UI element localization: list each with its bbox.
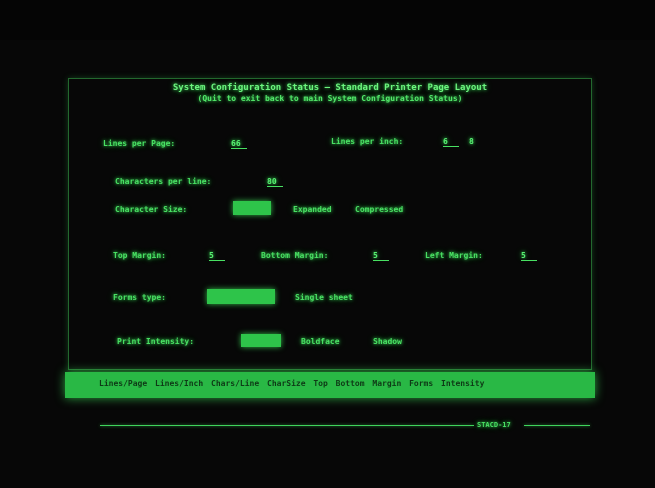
status-line-right (524, 425, 590, 426)
character-size-compressed-option[interactable]: Compressed (355, 205, 403, 214)
page-title: System Configuration Status — Standard P… (172, 83, 488, 93)
menu-items-row: Lines/Page Lines/Inch Chars/Line CharSiz… (99, 379, 487, 388)
bottom-margin-field[interactable]: 5 (373, 251, 389, 261)
top-margin-field[interactable]: 5 (209, 251, 225, 261)
print-intensity-selected-field[interactable] (241, 334, 281, 347)
character-size-label: Character Size: (115, 205, 188, 214)
top-margin-label: Top Margin: (113, 251, 166, 260)
print-intensity-shadow-option[interactable]: Shadow (373, 337, 402, 346)
menu-item-lines-page[interactable]: Lines/Page (99, 379, 147, 388)
lines-per-inch-alt-option[interactable]: 8 (469, 137, 474, 146)
forms-type-label: Forms type: (113, 293, 166, 302)
lines-per-page-field[interactable]: 66 (231, 139, 247, 149)
print-intensity-label: Print Intensity: (117, 337, 195, 346)
lines-per-page-label: Lines per Page: (103, 139, 176, 148)
menu-item-charsize[interactable]: CharSize (267, 379, 306, 388)
menu-item-margin[interactable]: Margin (372, 379, 401, 388)
lines-per-inch-label: Lines per inch: (331, 137, 404, 146)
character-size-selected-field[interactable] (233, 201, 271, 215)
menu-item-intensity[interactable]: Intensity (441, 379, 484, 388)
left-margin-field[interactable]: 5 (521, 251, 537, 261)
character-size-expanded-option[interactable]: Expanded (293, 205, 332, 214)
menu-item-chars-line[interactable]: Chars/Line (211, 379, 259, 388)
crt-screen: System Configuration Status — Standard P… (68, 78, 592, 370)
page-subtitle: (Quit to exit back to main System Config… (197, 94, 463, 103)
status-line-left (100, 425, 474, 426)
forms-type-single-sheet-option[interactable]: Single sheet (295, 293, 353, 302)
left-margin-label: Left Margin: (425, 251, 483, 260)
menu-item-top[interactable]: Top (313, 379, 327, 388)
lines-per-inch-field[interactable]: 6 (443, 137, 459, 147)
monitor-bezel (0, 0, 655, 40)
print-intensity-boldface-option[interactable]: Boldface (301, 337, 340, 346)
menu-item-lines-inch[interactable]: Lines/Inch (155, 379, 203, 388)
menu-item-bottom[interactable]: Bottom (336, 379, 365, 388)
forms-type-selected-field[interactable] (207, 289, 275, 304)
chars-per-line-label: Characters per line: (115, 177, 212, 186)
command-menu-bar: Lines/Page Lines/Inch Chars/Line CharSiz… (65, 372, 595, 398)
bottom-margin-label: Bottom Margin: (261, 251, 329, 260)
chars-per-line-field[interactable]: 80 (267, 177, 283, 187)
menu-item-forms[interactable]: Forms (409, 379, 433, 388)
status-code: STACD-17 (477, 421, 511, 429)
